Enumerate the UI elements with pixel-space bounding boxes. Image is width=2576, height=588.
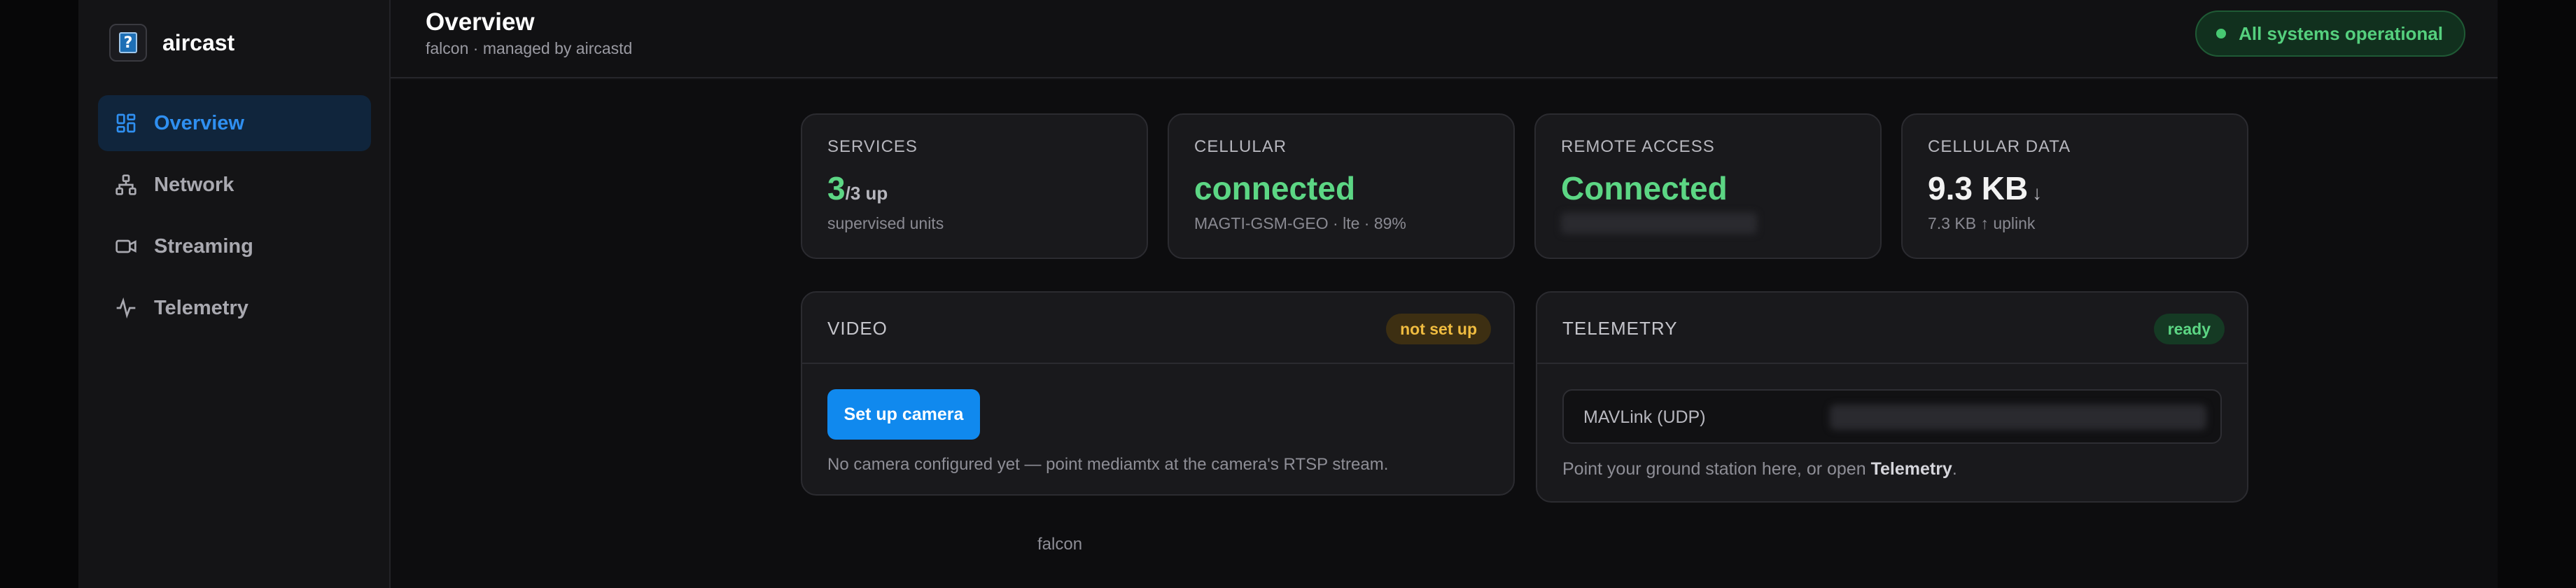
- overview-content: SERVICES 3/3 up supervised units CELLULA…: [391, 80, 2498, 588]
- logo-glyph: ?: [119, 32, 137, 53]
- arrow-down-icon: ↓: [2032, 182, 2043, 204]
- uplink-value: 7.3 KB ↑ uplink: [1928, 214, 2036, 232]
- cellular-sub: MAGTI-GSM-GEO · lte · 89%: [1194, 214, 1406, 232]
- sidebar-item-streaming[interactable]: Streaming: [98, 218, 371, 274]
- cellular-data-label: CELLULAR DATA: [1928, 137, 2071, 156]
- network-icon: [115, 174, 136, 195]
- redacted-remote-address: [1561, 213, 1757, 234]
- brand[interactable]: ? aircast: [109, 24, 234, 62]
- system-status-badge: All systems operational: [2195, 10, 2465, 57]
- activity-icon: [116, 297, 136, 319]
- telemetry-note-text: Point your ground station here, or open: [1562, 459, 1871, 479]
- sidebar-item-network[interactable]: Network: [98, 157, 371, 213]
- redacted-endpoint-address[interactable]: [1830, 405, 2206, 430]
- services-count: 3: [827, 170, 846, 206]
- sidebar-nav: Overview Network Streaming Telemetry: [98, 95, 371, 342]
- downlink-value: 9.3 KB: [1928, 170, 2029, 206]
- footer-hostname: falcon: [1037, 535, 1083, 554]
- sidebar-item-overview[interactable]: Overview: [98, 95, 371, 151]
- app-logo-icon: ?: [109, 24, 147, 62]
- video-note: No camera configured yet — point mediamt…: [827, 455, 1389, 474]
- services-sub: supervised units: [827, 214, 944, 232]
- app-window: ? aircast Overview Network Streaming Tel…: [78, 0, 2498, 588]
- cellular-value: connected: [1194, 170, 1356, 206]
- video-panel: VIDEO not set up Set up camera No camera…: [801, 291, 1515, 496]
- telemetry-panel-header: TELEMETRY ready: [1537, 293, 2247, 364]
- system-status-text: All systems operational: [2239, 22, 2443, 44]
- sidebar-item-label: Network: [154, 173, 234, 196]
- services-value: 3/3 up: [827, 169, 888, 207]
- sidebar-item-label: Overview: [154, 111, 244, 134]
- telemetry-panel: TELEMETRY ready MAVLink (UDP) Point your…: [1536, 291, 2248, 503]
- page-header: Overview falcon · managed by aircastd Al…: [391, 0, 2498, 78]
- sidebar-item-label: Streaming: [154, 234, 253, 258]
- cellular-data-value: 9.3 KB ↓: [1928, 169, 2042, 207]
- remote-access-label: REMOTE ACCESS: [1561, 137, 1715, 156]
- mavlink-endpoint-label: MAVLink (UDP): [1583, 407, 1706, 427]
- cellular-data-card: CELLULAR DATA 9.3 KB ↓ 7.3 KB ↑ uplink: [1901, 113, 2248, 259]
- video-status-badge: not set up: [1386, 314, 1491, 344]
- page-subtitle: falcon · managed by aircastd: [426, 39, 633, 57]
- video-panel-title: VIDEO: [827, 318, 888, 339]
- brand-name: aircast: [162, 29, 235, 55]
- video-panel-header: VIDEO not set up: [802, 293, 1513, 364]
- telemetry-status-badge: ready: [2153, 314, 2225, 344]
- mavlink-endpoint-field[interactable]: MAVLink (UDP): [1562, 389, 2222, 444]
- telemetry-note: Point your ground station here, or open …: [1562, 459, 1957, 479]
- page-title: Overview: [426, 8, 535, 36]
- sidebar-item-label: Telemetry: [154, 296, 248, 319]
- telemetry-panel-title: TELEMETRY: [1562, 318, 1678, 339]
- status-dot-icon: [2216, 29, 2227, 38]
- setup-camera-button[interactable]: Set up camera: [827, 389, 980, 440]
- cellular-card: CELLULAR connected MAGTI-GSM-GEO · lte ·…: [1168, 113, 1515, 259]
- video-icon: [115, 239, 136, 253]
- telemetry-link[interactable]: Telemetry: [1871, 459, 1952, 479]
- remote-access-value: Connected: [1561, 170, 1728, 206]
- services-unit: /3 up: [845, 183, 888, 204]
- sidebar: ? aircast Overview Network Streaming Tel…: [78, 0, 391, 588]
- cellular-label: CELLULAR: [1194, 137, 1287, 156]
- remote-access-card: REMOTE ACCESS Connected: [1534, 113, 1882, 259]
- sidebar-item-telemetry[interactable]: Telemetry: [98, 280, 371, 336]
- services-label: SERVICES: [827, 137, 918, 156]
- telemetry-note-suffix: .: [1952, 459, 1957, 479]
- main-area: Overview falcon · managed by aircastd Al…: [391, 0, 2498, 588]
- dashboard-icon: [116, 113, 136, 133]
- services-card: SERVICES 3/3 up supervised units: [801, 113, 1148, 259]
